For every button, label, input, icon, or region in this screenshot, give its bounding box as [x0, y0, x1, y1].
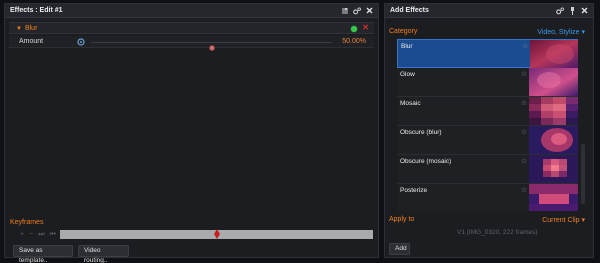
prev-keyframe-icon[interactable]: ⏮	[50, 231, 56, 239]
item-label: Posterize	[400, 187, 428, 194]
add-effects-header: Add Effects	[385, 4, 593, 18]
effect-thumbnail	[529, 184, 578, 211]
param-row-amount: Amount 50.00%	[9, 36, 374, 51]
item-label: Obscure (mosaic)	[400, 158, 452, 165]
next-keyframe-icon[interactable]: ⏭	[38, 231, 44, 239]
param-label: Amount	[19, 38, 44, 45]
presets-icon[interactable]	[341, 6, 349, 15]
effects-panel: Effects : Edit #1 ▼Blur ✕ Amount 50.00%	[4, 3, 379, 263]
settings-icon[interactable]	[353, 6, 361, 15]
pin-icon[interactable]	[568, 6, 576, 15]
favorite-star-icon[interactable]: ☆	[522, 42, 528, 50]
effects-panel-title: Effects : Edit #1	[10, 7, 63, 14]
effect-name: Blur	[24, 25, 38, 32]
list-item[interactable]: Posterize ☆	[397, 184, 578, 211]
effect-thumbnail	[529, 126, 578, 154]
effects-list: Blur ☆ Glow ☆ Mosaic ☆ Obscure (blur) ☆ …	[397, 39, 578, 211]
category-label: Category	[389, 28, 418, 35]
keyframe-toggle-icon[interactable]	[77, 38, 85, 46]
list-item[interactable]: Glow ☆	[397, 68, 578, 97]
item-label: Obscure (blur)	[400, 129, 442, 136]
remove-effect-icon[interactable]: ✕	[362, 23, 369, 32]
effect-thumbnail	[529, 68, 578, 96]
keyframe-controls: + − ⏭ ⏮	[20, 231, 56, 239]
category-dropdown[interactable]: Video, Stylize ▾	[537, 28, 585, 36]
item-label: Glow	[400, 71, 415, 78]
favorite-star-icon[interactable]: ☆	[521, 157, 527, 165]
favorite-star-icon[interactable]: ☆	[521, 186, 527, 194]
effect-thumbnail	[529, 97, 578, 125]
keyframe-timeline[interactable]	[60, 229, 373, 239]
effect-row-blur[interactable]: ▼ Blur ✕	[9, 22, 374, 34]
amount-slider-knob[interactable]	[208, 45, 215, 51]
effect-thumbnail	[529, 155, 578, 183]
favorite-star-icon[interactable]: ☆	[521, 128, 527, 136]
list-item[interactable]: Obscure (mosaic) ☆	[397, 155, 578, 184]
remove-keyframe-icon[interactable]: −	[29, 231, 33, 239]
effect-thumbnail	[530, 40, 578, 68]
close-icon[interactable]	[580, 6, 588, 15]
list-item[interactable]: Obscure (blur) ☆	[397, 126, 578, 155]
video-routing-button[interactable]: Video routing..	[78, 245, 129, 263]
list-scrollbar[interactable]	[581, 144, 585, 204]
apply-to-dropdown[interactable]: Current Clip ▾	[542, 216, 585, 224]
effects-panel-header: Effects : Edit #1	[5, 4, 378, 18]
effect-header: ▼ Blur	[16, 25, 37, 32]
playhead-marker-icon[interactable]	[213, 229, 220, 239]
param-value[interactable]: 50.00%	[342, 38, 366, 45]
add-effects-panel: Add Effects Category Video, Stylize ▾ Bl…	[384, 3, 594, 258]
list-item[interactable]: Mosaic ☆	[397, 97, 578, 126]
list-item[interactable]: Blur ☆	[397, 39, 578, 68]
add-effects-title: Add Effects	[390, 7, 429, 14]
item-label: Blur	[401, 43, 413, 50]
keyframes-label: Keyframes	[10, 219, 44, 226]
favorite-star-icon[interactable]: ☆	[521, 70, 527, 78]
enable-toggle[interactable]	[351, 26, 357, 32]
amount-slider-track[interactable]	[91, 42, 332, 51]
add-button[interactable]: Add	[389, 243, 410, 255]
favorite-star-icon[interactable]: ☆	[521, 99, 527, 107]
settings-icon[interactable]	[556, 6, 564, 15]
close-icon[interactable]	[365, 6, 373, 15]
apply-to-label: Apply to	[389, 216, 415, 223]
add-keyframe-icon[interactable]: +	[20, 231, 24, 239]
collapse-arrow-icon[interactable]: ▼	[16, 26, 22, 32]
save-as-template-button[interactable]: Save as template..	[13, 245, 73, 263]
item-label: Mosaic	[400, 100, 421, 107]
clip-info: V1 (IMG_0320, 222 frames)	[457, 229, 538, 236]
